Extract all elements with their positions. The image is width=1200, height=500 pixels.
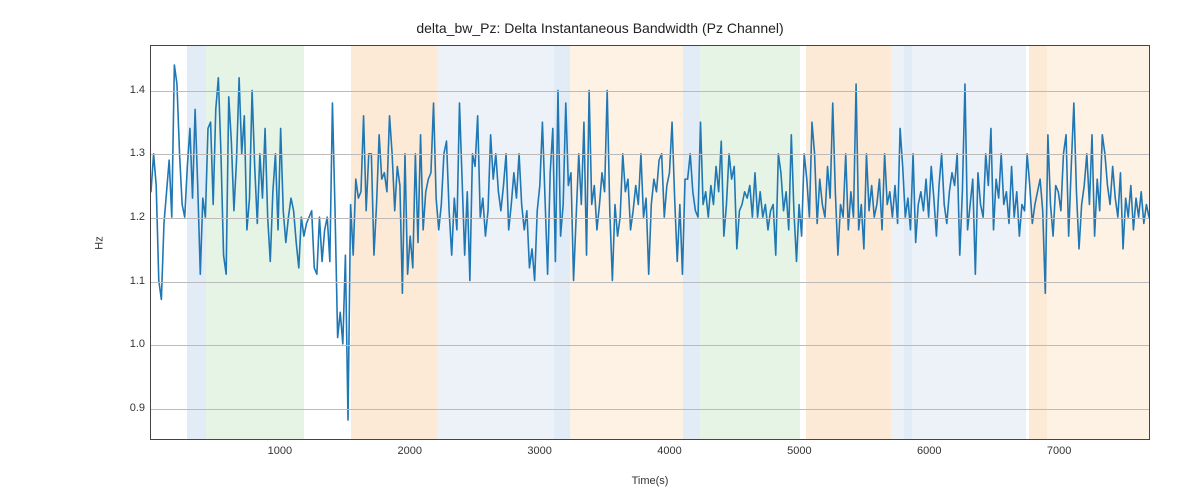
- x-tick-label: 4000: [657, 445, 681, 457]
- grid-line: [151, 91, 1149, 92]
- x-tick-label: 6000: [917, 445, 941, 457]
- y-axis-label: Hz: [90, 45, 110, 440]
- x-tick-label: 2000: [397, 445, 421, 457]
- y-tick-label: 1.2: [105, 211, 145, 223]
- chart-title: delta_bw_Pz: Delta Instantaneous Bandwid…: [0, 20, 1200, 36]
- plot-area: [150, 45, 1150, 440]
- y-tick-label: 1.0: [105, 338, 145, 350]
- y-tick-label: 1.3: [105, 147, 145, 159]
- y-tick-label: 1.1: [105, 275, 145, 287]
- grid-line: [151, 282, 1149, 283]
- grid-line: [151, 154, 1149, 155]
- grid-line: [151, 409, 1149, 410]
- x-tick-label: 3000: [527, 445, 551, 457]
- y-tick-label: 1.4: [105, 84, 145, 96]
- x-tick-label: 7000: [1047, 445, 1071, 457]
- y-tick-label: 0.9: [105, 402, 145, 414]
- series-line: [151, 65, 1149, 420]
- x-tick-label: 5000: [787, 445, 811, 457]
- chart-figure: delta_bw_Pz: Delta Instantaneous Bandwid…: [0, 0, 1200, 500]
- x-axis-label: Time(s): [150, 475, 1150, 487]
- x-tick-label: 1000: [268, 445, 292, 457]
- grid-line: [151, 218, 1149, 219]
- grid-line: [151, 345, 1149, 346]
- line-series: [151, 46, 1149, 439]
